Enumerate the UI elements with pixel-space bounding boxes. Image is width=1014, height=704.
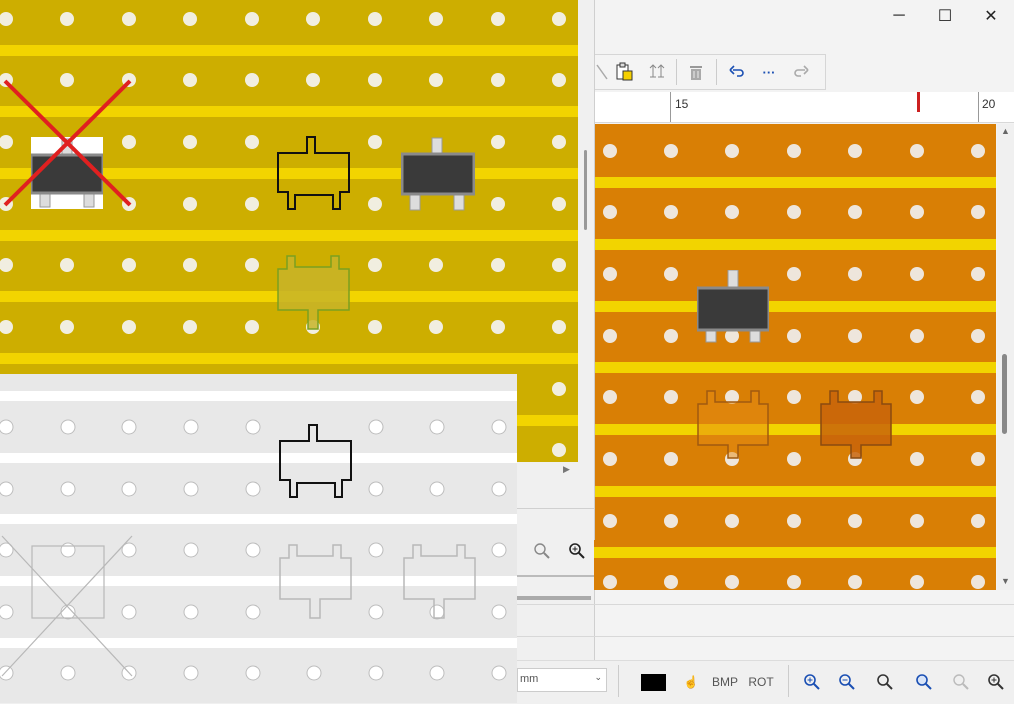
ruler-tick: [978, 92, 979, 122]
zoom-search-icon[interactable]: [984, 671, 1008, 693]
toolbar-separator: [716, 59, 717, 85]
hand-icon[interactable]: ☝: [681, 671, 701, 693]
divider: [517, 508, 594, 509]
close-button[interactable]: ✕: [968, 0, 1014, 32]
transistor-component[interactable]: [697, 270, 769, 346]
left-window-bottom: ▶: [517, 462, 594, 577]
divider: [517, 636, 1014, 637]
zoom-search-icon[interactable]: [568, 542, 586, 565]
footprint-ghost[interactable]: [279, 544, 355, 620]
scroll-thumb[interactable]: [1002, 354, 1007, 434]
stripboard-preview-gray[interactable]: [0, 374, 517, 703]
status-bar: mm ⌄ ☝ BMP ROT: [517, 660, 1014, 704]
chevron-down-icon: ⌄: [594, 672, 602, 682]
zoom-fit-icon[interactable]: [873, 671, 897, 693]
footprint-ghost[interactable]: [277, 255, 353, 331]
bmp-button[interactable]: BMP: [710, 671, 740, 693]
statusbar-separator: [618, 665, 619, 697]
ruler-label-15: 15: [675, 97, 689, 111]
undo-icon[interactable]: [726, 61, 748, 83]
horizontal-scroll-thumb[interactable]: [517, 596, 591, 600]
zoom-selection-icon[interactable]: [912, 671, 936, 693]
unit-select[interactable]: mm ⌄: [517, 668, 607, 692]
zoom-fit-icon[interactable]: [533, 542, 551, 565]
color-swatch[interactable]: [641, 674, 666, 691]
ruler-tick: [670, 92, 671, 122]
zoom-disabled-icon[interactable]: [949, 671, 973, 693]
footprint-selected[interactable]: [820, 390, 892, 466]
delete-icon[interactable]: [685, 61, 707, 83]
scroll-up-icon[interactable]: ▲: [1001, 126, 1010, 136]
left-window-frame: [578, 0, 595, 540]
ruler: 15 20: [594, 92, 1014, 123]
rot-button[interactable]: ROT: [746, 671, 776, 693]
deleted-component-ghost: [1, 535, 133, 677]
minimize-button[interactable]: ─: [876, 0, 922, 32]
divider: [517, 575, 594, 577]
left-scroll-thumb[interactable]: [584, 150, 587, 230]
scroll-down-icon[interactable]: ▼: [1001, 576, 1010, 586]
unit-select-value: mm: [520, 673, 539, 685]
ruler-position-marker: [917, 92, 920, 112]
redo-icon[interactable]: [790, 61, 812, 83]
transistor-icon[interactable]: [646, 61, 668, 83]
maximize-button[interactable]: ☐: [922, 0, 968, 32]
footprint-ghost[interactable]: [403, 544, 479, 620]
toolbar: ···: [594, 54, 826, 90]
footprint-outline[interactable]: [277, 136, 351, 212]
stripboard-canvas[interactable]: [594, 124, 996, 590]
paste-icon[interactable]: [613, 61, 635, 83]
vertical-scrollbar[interactable]: ▲ ▼: [997, 124, 1014, 590]
more-icon[interactable]: ···: [758, 61, 780, 83]
ruler-label-20: 20: [982, 97, 996, 111]
divider: [517, 604, 1014, 605]
delete-cross-icon: [3, 79, 132, 207]
transistor-component[interactable]: [401, 136, 475, 212]
footprint-outline[interactable]: [279, 424, 353, 500]
title-bar: ─ ☐ ✕: [594, 0, 1014, 32]
zoom-out-icon[interactable]: [835, 671, 859, 693]
footprint-outline[interactable]: [697, 390, 769, 466]
zoom-in-icon[interactable]: [800, 671, 824, 693]
scroll-right-icon[interactable]: ▶: [563, 464, 570, 475]
statusbar-separator: [788, 665, 789, 697]
toolbar-separator: [676, 59, 677, 85]
